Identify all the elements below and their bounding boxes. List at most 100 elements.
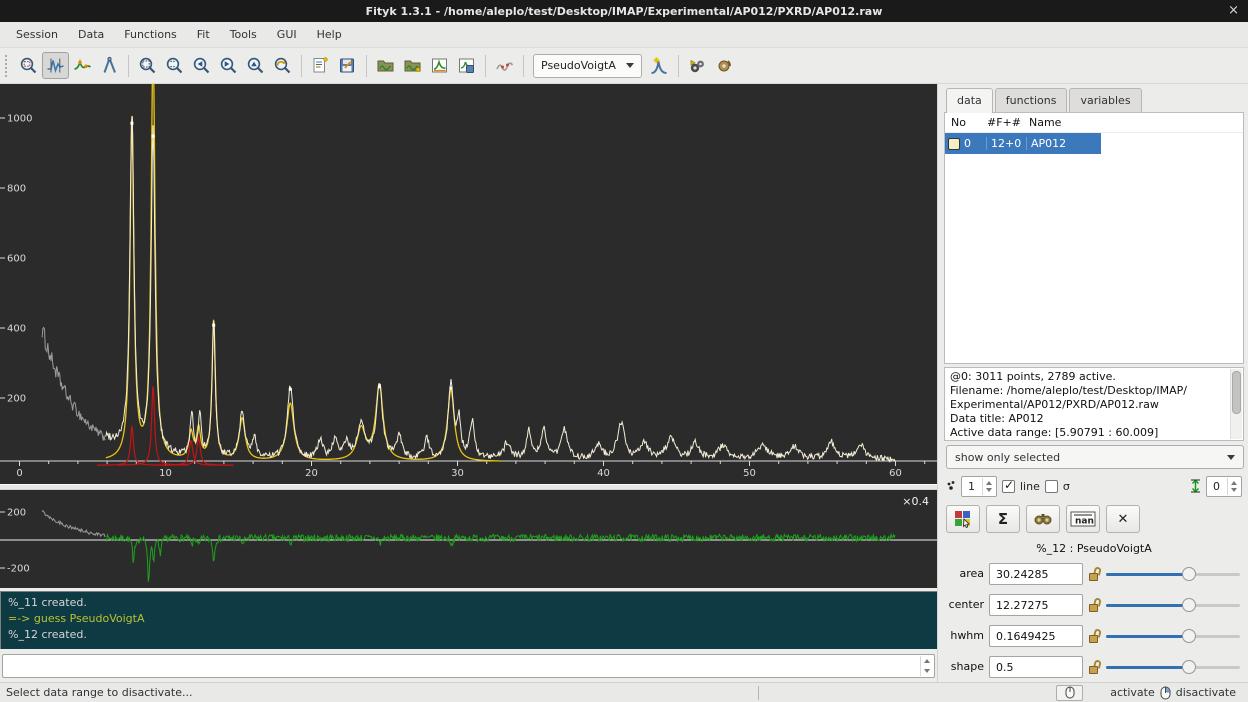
load-data-button[interactable] [372, 52, 399, 79]
add-linear-mode-button[interactable] [96, 52, 123, 79]
fit-gears-icon [687, 56, 707, 76]
slider-knob[interactable] [1182, 598, 1196, 612]
dataset-colors-button[interactable] [946, 505, 980, 533]
slider-knob[interactable] [1182, 567, 1196, 581]
open-data-alt-icon [403, 56, 422, 75]
command-history-spinner[interactable] [920, 656, 933, 676]
delete-button[interactable]: ✕ [1106, 505, 1140, 533]
spinner-arrows[interactable] [1227, 478, 1240, 495]
nan-icon: nan [1070, 511, 1096, 527]
run-fit-button[interactable] [684, 52, 711, 79]
mouse-buttons-icon [1160, 686, 1171, 700]
aux-plot[interactable]: 200-200×0.4 [0, 490, 937, 588]
menu-tools[interactable]: Tools [220, 23, 267, 46]
auto-add-peak-button[interactable] [646, 52, 673, 79]
param-area-slider[interactable] [1106, 567, 1240, 581]
dataset-checkbox[interactable] [948, 138, 960, 150]
zoom-mode-button[interactable] [15, 52, 42, 79]
add-peak-mode-button[interactable] [69, 52, 96, 79]
lock-icon[interactable] [1088, 660, 1101, 674]
title-bar: Fityk 1.3.1 - /home/aleplo/test/Desktop/… [0, 0, 1248, 22]
line-checkbox[interactable] [1002, 480, 1015, 493]
mouse-hints-button[interactable] [1056, 685, 1083, 701]
tab-data[interactable]: data [946, 88, 993, 113]
info-line: Active data range: [5.90791 : 60.009] [950, 426, 1227, 440]
save-session-button[interactable] [334, 52, 361, 79]
param-shape-field[interactable]: 0.5 [989, 656, 1083, 678]
svg-text:×0.4: ×0.4 [902, 495, 929, 508]
shift-spinner[interactable]: 0 [1206, 476, 1242, 497]
svg-text:0: 0 [16, 468, 22, 479]
zoom-left-button[interactable] [188, 52, 215, 79]
sidebar-splitter[interactable] [937, 84, 944, 682]
zoom-up-button[interactable] [242, 52, 269, 79]
point-size-spinner[interactable]: 1 [961, 476, 997, 497]
data-editor-button[interactable] [426, 52, 453, 79]
menu-functions[interactable]: Functions [114, 23, 187, 46]
param-hwhm-slider[interactable] [1106, 629, 1240, 643]
toolbar-drag-handle[interactable] [5, 55, 10, 77]
save-data-button[interactable] [453, 52, 480, 79]
add-peak-curve-icon [73, 56, 92, 75]
function-type-value: PseudoVoigtA [541, 59, 616, 72]
zoom-all-button[interactable] [134, 52, 161, 79]
point-size-value: 1 [968, 480, 975, 493]
param-shape-slider[interactable] [1106, 660, 1240, 674]
spinner-arrows[interactable] [982, 478, 995, 495]
chevron-down-icon [1227, 455, 1235, 460]
fit-continue-button[interactable] [711, 52, 738, 79]
param-center-slider[interactable] [1106, 598, 1240, 612]
info-scrollbar[interactable] [1230, 369, 1242, 439]
sum-button[interactable]: Σ [986, 505, 1020, 533]
table-row[interactable]: 0 12+0 AP012 [945, 133, 1101, 154]
column-header-name: Name [1027, 116, 1243, 129]
menu-data[interactable]: Data [68, 23, 114, 46]
param-row-center: center 12.27275 [944, 589, 1244, 620]
window-title: Fityk 1.3.1 - /home/aleplo/test/Desktop/… [366, 5, 883, 18]
data-plot-icon [430, 56, 449, 75]
scrollbar-thumb[interactable] [1232, 371, 1241, 414]
sigma-checkbox-label: σ [1063, 480, 1070, 493]
lock-icon[interactable] [1088, 598, 1101, 612]
svg-text:600: 600 [7, 254, 26, 265]
zoom-right-button[interactable] [215, 52, 242, 79]
svg-text:60: 60 [889, 468, 902, 479]
slider-knob[interactable] [1182, 660, 1196, 674]
sigma-checkbox[interactable] [1045, 480, 1058, 493]
param-row-shape: shape 0.5 [944, 651, 1244, 682]
function-type-select[interactable]: PseudoVoigtA [533, 54, 642, 78]
down-arrow-icon [924, 669, 930, 673]
svg-text:40: 40 [597, 468, 610, 479]
zoom-undo-button[interactable] [269, 52, 296, 79]
line-checkbox-label: line [1020, 480, 1040, 493]
menu-session[interactable]: Session [6, 23, 68, 46]
zoom-vertical-button[interactable] [161, 52, 188, 79]
close-icon[interactable]: × [1228, 0, 1239, 22]
console-line: =-> guess PseudoVoigtA [8, 611, 930, 627]
tab-variables[interactable]: variables [1069, 88, 1141, 112]
lock-icon[interactable] [1088, 567, 1101, 581]
lock-icon[interactable] [1088, 629, 1101, 643]
command-input[interactable] [2, 654, 935, 678]
nan-button[interactable]: nan [1066, 505, 1100, 533]
data-range-mode-button[interactable] [42, 52, 69, 79]
param-area-field[interactable]: 30.24285 [989, 563, 1083, 585]
edit-script-button[interactable] [307, 52, 334, 79]
color-grid-icon [954, 510, 972, 528]
slider-knob[interactable] [1182, 629, 1196, 643]
define-function-button[interactable] [491, 52, 518, 79]
menu-gui[interactable]: GUI [267, 23, 307, 46]
script-icon [311, 56, 330, 75]
menu-help[interactable]: Help [307, 23, 352, 46]
menu-fit[interactable]: Fit [187, 23, 220, 46]
main-plot[interactable]: 01020304050602004006008001000 [0, 84, 937, 484]
dataset-list: No #F+# Name 0 12+0 AP012 [944, 112, 1244, 364]
show-filter-select[interactable]: show only selected [946, 445, 1244, 469]
load-data-custom-button[interactable] [399, 52, 426, 79]
param-center-field[interactable]: 12.27275 [989, 594, 1083, 616]
param-hwhm-field[interactable]: 0.1649425 [989, 625, 1083, 647]
vertical-shift-icon [1190, 479, 1201, 493]
quick-look-button[interactable] [1026, 505, 1060, 533]
down-arrow-icon [986, 488, 992, 492]
tab-functions[interactable]: functions [995, 88, 1068, 112]
